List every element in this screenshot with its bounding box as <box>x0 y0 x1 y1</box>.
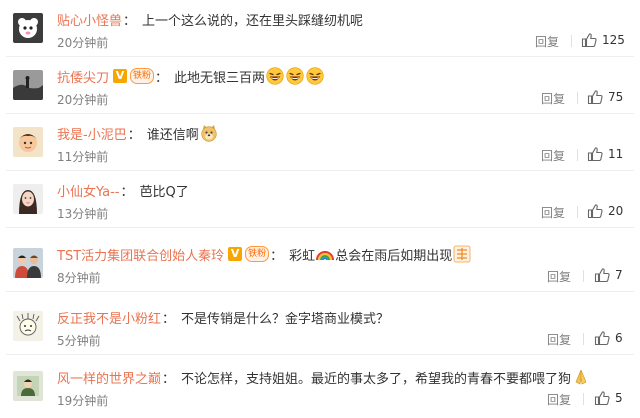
avatar[interactable] <box>13 248 43 278</box>
like-count: 7 <box>615 268 623 282</box>
thumbs-up-icon <box>587 89 603 105</box>
like-button[interactable]: 75 <box>587 88 623 106</box>
like-count: 6 <box>615 331 623 345</box>
comment-username[interactable]: 小仙女Ya-- <box>57 181 120 200</box>
comment-time: 11分钟前 <box>57 150 109 164</box>
comment-text: 芭比Q了 <box>139 184 189 200</box>
comment-time: 13分钟前 <box>57 207 109 221</box>
laughing-face-emoji <box>286 67 304 85</box>
fan-badge: 铁粉 <box>130 68 155 84</box>
comment-item: 抗倭尖刀 V 铁粉 ： 此地无银三百两 20分钟前 回复 75 <box>0 57 640 114</box>
comment-time: 8分钟前 <box>57 271 101 285</box>
comment-username[interactable]: 贴心小怪兽 <box>57 10 122 29</box>
comment-item: 反正我不是小粉红 ： 不是传销是什么？金字塔商业模式？ 5分钟前 回复 6 <box>0 298 640 355</box>
thumbs-up-icon <box>587 203 603 219</box>
avatar[interactable] <box>13 184 43 214</box>
avatar[interactable] <box>13 13 43 43</box>
like-button[interactable]: 6 <box>594 329 623 347</box>
comment-item: 小仙女Ya-- ： 芭比Q了 13分钟前 回复 20 <box>0 171 640 228</box>
laughing-face-emoji <box>306 67 324 85</box>
comment-time: 20分钟前 <box>57 36 109 50</box>
doge-emoji <box>200 124 218 142</box>
reply-button[interactable]: 回复 <box>547 331 571 348</box>
like-count: 125 <box>602 33 625 47</box>
like-count: 5 <box>615 391 623 405</box>
comment-text: 彩虹 <box>289 248 316 264</box>
praise-stamp-emoji <box>453 245 471 263</box>
comment-username[interactable]: TST活力集团联合创始人秦玲 <box>57 245 224 264</box>
reply-button[interactable]: 回复 <box>541 204 565 221</box>
like-button[interactable]: 5 <box>594 389 623 407</box>
thumbs-up-icon <box>594 267 610 283</box>
action-divider <box>583 333 584 345</box>
comment-text: 不论怎样，支持姐姐。最近的事太多了，希望我的青春不要都喂了狗 <box>181 371 572 387</box>
reply-button[interactable]: 回复 <box>547 268 571 285</box>
fan-badge: 铁粉 <box>245 246 270 262</box>
colon-separator: ： <box>123 13 137 29</box>
like-button[interactable]: 125 <box>581 31 625 49</box>
like-count: 75 <box>608 90 624 104</box>
reply-button[interactable]: 回复 <box>535 33 559 50</box>
rainbow-emoji <box>316 245 335 263</box>
reply-button[interactable]: 回复 <box>541 147 565 164</box>
avatar[interactable] <box>13 127 43 157</box>
comment-text: 总会在雨后如期出现 <box>335 248 453 264</box>
comment-username[interactable]: 抗倭尖刀 <box>57 67 109 86</box>
divider <box>6 354 634 355</box>
comment-username[interactable]: 风一样的世界之巅 <box>57 368 161 387</box>
reply-button[interactable]: 回复 <box>541 90 565 107</box>
colon-separator: ： <box>162 371 176 387</box>
comment-username[interactable]: 我是-小泥巴 <box>57 124 127 143</box>
comment-feed: 贴心小怪兽 ： 上一个这么说的，还在里头踩缝纫机呢 20分钟前 回复 125 抗… <box>0 0 640 418</box>
comment-time: 20分钟前 <box>57 93 109 107</box>
comment-text: 不是传销是什么？金字塔商业模式？ <box>181 311 390 327</box>
comment-text: 谁还信啊 <box>146 127 199 143</box>
comment-item: TST活力集团联合创始人秦玲 V 铁粉 ： 彩虹 总会在雨后如期出现 8分钟前 … <box>0 235 640 292</box>
comment-item: 风一样的世界之巅 ： 不论怎样，支持姐姐。最近的事太多了，希望我的青春不要都喂了… <box>0 358 640 418</box>
comment-username[interactable]: 反正我不是小粉红 <box>57 308 161 327</box>
divider <box>6 227 634 228</box>
like-count: 20 <box>608 204 624 218</box>
action-divider <box>577 149 578 161</box>
avatar[interactable] <box>13 371 43 401</box>
like-button[interactable]: 7 <box>594 266 623 284</box>
comment-item: 贴心小怪兽 ： 上一个这么说的，还在里头踩缝纫机呢 20分钟前 回复 125 <box>0 0 640 57</box>
comment-time: 19分钟前 <box>57 394 109 408</box>
action-divider <box>583 393 584 405</box>
avatar[interactable] <box>13 70 43 100</box>
comment-text: 上一个这么说的，还在里头踩缝纫机呢 <box>142 13 364 29</box>
divider <box>6 291 634 292</box>
verified-v-badge: V <box>113 69 128 83</box>
praying-hands-emoji <box>572 368 590 386</box>
avatar[interactable] <box>13 311 43 341</box>
laughing-face-emoji <box>266 67 284 85</box>
action-divider <box>571 35 572 47</box>
action-divider <box>583 270 584 282</box>
like-count: 11 <box>608 147 624 161</box>
colon-separator: ： <box>120 184 134 200</box>
reply-button[interactable]: 回复 <box>547 391 571 408</box>
colon-separator: ： <box>155 70 169 86</box>
action-divider <box>577 92 578 104</box>
colon-separator: ： <box>162 311 176 327</box>
like-button[interactable]: 11 <box>587 145 623 163</box>
action-divider <box>577 206 578 218</box>
comment-item: 我是-小泥巴 ： 谁还信啊 11分钟前 回复 11 <box>0 114 640 171</box>
verified-v-badge: V <box>228 247 243 261</box>
thumbs-up-icon <box>594 330 610 346</box>
thumbs-up-icon <box>581 32 597 48</box>
colon-separator: ： <box>270 248 284 264</box>
comment-time: 5分钟前 <box>57 334 101 348</box>
thumbs-up-icon <box>587 146 603 162</box>
thumbs-up-icon <box>594 390 610 406</box>
colon-separator: ： <box>127 127 141 143</box>
like-button[interactable]: 20 <box>587 202 623 220</box>
comment-text: 此地无银三百两 <box>174 70 266 86</box>
